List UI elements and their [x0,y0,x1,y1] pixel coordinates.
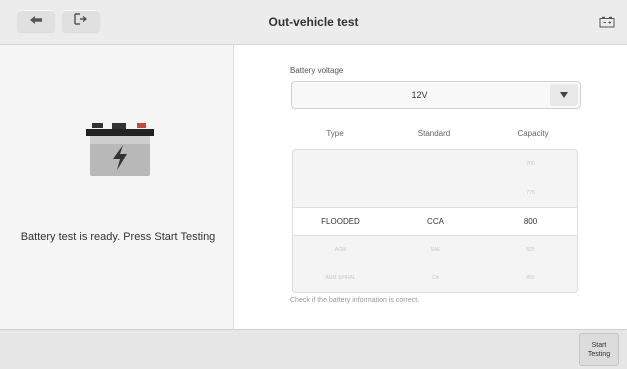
ready-message: Battery test is ready. Press Start Testi… [20,231,216,243]
picker-cell-capacity: 700 [526,161,535,167]
picker-cell-type: FLOODED [321,217,360,226]
battery-voltage-value: 12V [411,90,428,100]
column-header-type: Type [326,129,344,138]
battery-spec-picker[interactable]: 700 775 FLOODED CCA 800 AGM SAE 825 AGM … [292,149,578,293]
header-bar: Out-vehicle test [0,0,627,45]
battery-voltage-select[interactable]: 12V [291,81,581,109]
picker-cell-standard [388,179,483,208]
column-header-capacity: Capacity [517,129,549,138]
picker-cell-standard [388,150,483,179]
footer-bar: Start Testing [0,329,627,369]
picker-row-selected[interactable]: FLOODED CCA 800 [293,207,577,236]
picker-cell-type [293,179,388,208]
start-testing-button[interactable]: Start Testing [579,333,619,366]
exit-button[interactable] [62,10,100,32]
check-info-note: Check if the battery information is corr… [290,297,420,304]
out-vehicle-test-screen: Out-vehicle test Battery test is ready. … [0,0,627,369]
back-button[interactable] [17,10,55,32]
picker-cell-capacity: 825 [526,247,535,253]
left-panel: Battery test is ready. Press Start Testi… [0,45,234,329]
picker-cell-type: AGM [334,247,347,253]
battery-status-icon [599,15,615,33]
back-arrow-icon [29,12,43,30]
picker-row[interactable]: 700 [293,150,577,179]
right-panel: Battery voltage 12V Type Standard Capaci… [234,45,627,329]
picker-cell-type: AGM SPIRAL [325,275,356,281]
picker-row[interactable]: AGM SAE 825 [293,236,577,265]
picker-cell-capacity: 775 [526,190,535,196]
picker-cell-standard: CCA [427,217,444,226]
picker-row[interactable]: AGM SPIRAL CA 850 [293,264,577,292]
voltage-dropdown-button[interactable] [550,84,578,106]
picker-cell-type [293,150,388,179]
column-header-standard: Standard [417,129,451,138]
picker-cell-capacity: 850 [526,275,535,281]
picker-row[interactable]: 775 [293,179,577,208]
battery-voltage-label: Battery voltage [290,66,344,75]
picker-cell-capacity: 800 [523,217,538,226]
exit-icon [74,12,88,30]
picker-cell-standard: CA [432,275,439,281]
picker-cell-standard: SAE [430,247,441,253]
triangle-down-icon [559,86,569,104]
battery-lightning-icon [80,121,160,186]
